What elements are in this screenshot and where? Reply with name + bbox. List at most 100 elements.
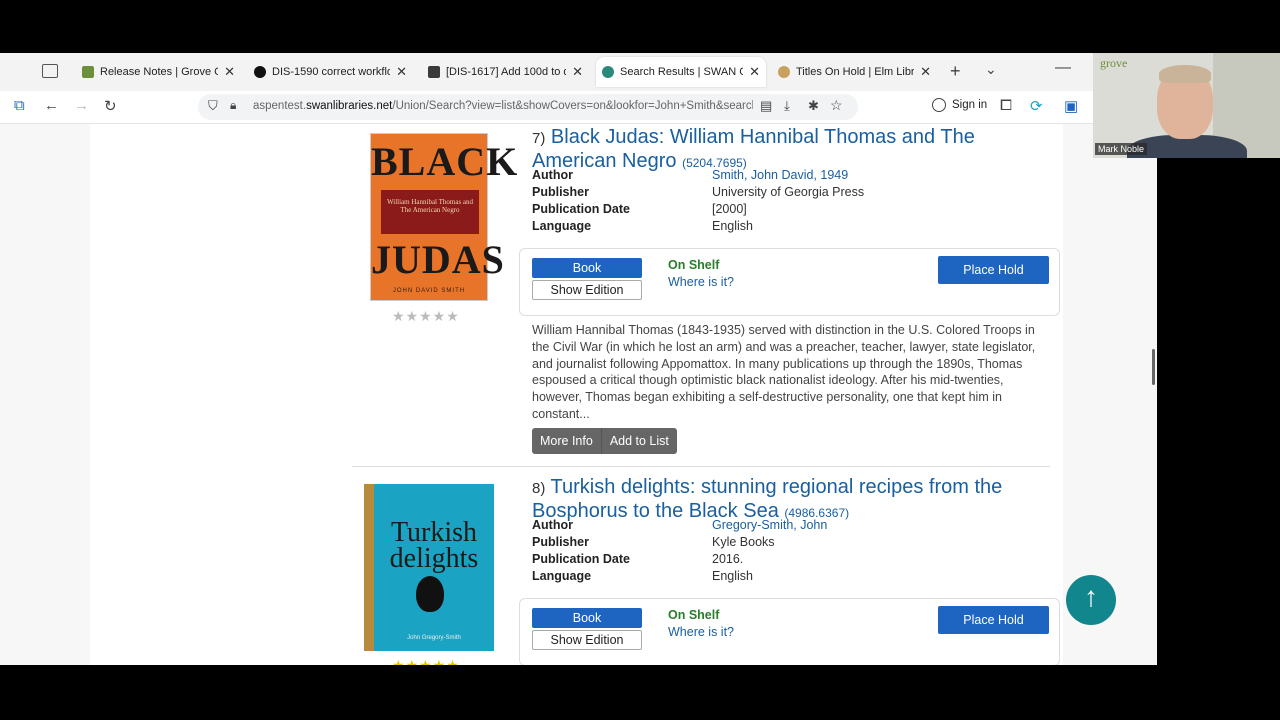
format-book-button[interactable]: Book xyxy=(532,608,642,628)
back-arrow-icon[interactable]: ← xyxy=(44,97,59,114)
result-description: William Hannibal Thomas (1843-1935) serv… xyxy=(532,323,1036,421)
tab-titles-on-hold[interactable]: Titles On Hold | Elm Library ✕ xyxy=(772,57,937,87)
copilot-icon[interactable]: ▣ xyxy=(1064,97,1078,115)
sync-icon[interactable]: ⟳ xyxy=(1030,97,1043,115)
author-link[interactable]: Gregory-Smith, John xyxy=(712,518,827,532)
close-icon[interactable]: ✕ xyxy=(224,64,235,80)
sign-in-label: Sign in xyxy=(952,99,988,111)
publisher-label: Publisher xyxy=(532,185,589,199)
availability-status: On Shelf xyxy=(668,258,720,272)
show-edition-button[interactable]: Show Edition xyxy=(532,630,642,650)
result-action-group: More Info Add to List xyxy=(532,428,677,454)
language-label: Language xyxy=(532,219,592,233)
participant-name: Mark Noble xyxy=(1095,143,1148,155)
back-to-top-button[interactable]: ↑ xyxy=(1066,575,1116,625)
tab-actions-icon[interactable] xyxy=(42,64,58,78)
publisher-value: Kyle Books xyxy=(712,535,775,549)
close-icon[interactable]: ✕ xyxy=(749,64,760,80)
availability-status: On Shelf xyxy=(668,608,720,622)
close-icon[interactable]: ✕ xyxy=(572,64,583,80)
rating-stars[interactable]: ★★★★★ xyxy=(392,308,460,325)
tab-list-chevron-down-icon[interactable]: ⌄ xyxy=(985,61,997,78)
lock-icon[interactable]: 🔒︎ xyxy=(230,98,236,113)
language-value: English xyxy=(712,569,753,583)
download-icon[interactable]: ⤓ xyxy=(784,98,790,114)
address-bar[interactable]: ⛉ 🔒︎ aspentest.swanlibraries.net/Union/S… xyxy=(198,94,858,120)
tab-title: Titles On Hold | Elm Library xyxy=(796,66,915,78)
tab-title: DIS-1590 correct workflow fo xyxy=(272,66,391,78)
pear-illustration-icon xyxy=(416,576,444,612)
cover-subtitle-band: William Hannibal Thomas and The American… xyxy=(381,190,479,234)
left-margin xyxy=(0,124,90,665)
cover-title: Turkish delights xyxy=(389,517,479,574)
tab-release-notes[interactable]: Release Notes | Grove Conso ✕ xyxy=(76,57,241,87)
author-link[interactable]: Smith, John David, 1949 xyxy=(712,168,848,182)
tab-dis-1590[interactable]: DIS-1590 correct workflow fo ✕ xyxy=(248,57,413,87)
tab-dis-1617[interactable]: [DIS-1617] Add 100d to displ ✕ xyxy=(422,57,589,87)
publisher-value: University of Georgia Press xyxy=(712,185,865,199)
place-hold-button[interactable]: Place Hold xyxy=(938,256,1049,284)
new-tab-plus-icon[interactable]: + xyxy=(950,61,961,82)
shield-icon[interactable]: ⛉ xyxy=(208,98,218,114)
publisher-label: Publisher xyxy=(532,535,589,549)
cover-title-top: BLACK xyxy=(371,139,519,184)
jira-favicon-icon xyxy=(428,66,440,78)
forward-arrow-icon[interactable]: → xyxy=(74,97,89,114)
cover-author: JOHN DAVID SMITH xyxy=(392,288,466,294)
url-path: /Union/Search?view=list&showCovers=on&lo… xyxy=(392,100,753,112)
place-hold-button[interactable]: Place Hold xyxy=(938,606,1049,634)
github-favicon-icon xyxy=(254,66,266,78)
close-icon[interactable]: ✕ xyxy=(396,64,407,80)
tab-title: Search Results | SWAN Conso xyxy=(620,66,743,78)
result-title[interactable]: 7) Black Judas: William Hannibal Thomas … xyxy=(532,126,1032,174)
availability-box: Book Show Edition On Shelf Where is it? … xyxy=(519,598,1060,665)
show-edition-button[interactable]: Show Edition xyxy=(532,280,642,300)
where-is-it-link[interactable]: Where is it? xyxy=(668,275,734,289)
pubdate-label: Publication Date xyxy=(532,202,630,216)
language-label: Language xyxy=(532,569,592,583)
add-to-list-button[interactable]: Add to List xyxy=(601,428,677,454)
format-book-button[interactable]: Book xyxy=(532,258,642,278)
swan-favicon-icon xyxy=(602,66,614,78)
pubdate-label: Publication Date xyxy=(532,552,630,566)
minimize-icon[interactable]: — xyxy=(1055,59,1071,77)
close-icon[interactable]: ✕ xyxy=(920,64,931,80)
profile-icon xyxy=(932,98,946,112)
tab-title: [DIS-1617] Add 100d to displ xyxy=(446,66,566,78)
result-number: 7) xyxy=(532,130,546,147)
grove-favicon-icon xyxy=(82,66,94,78)
workspaces-icon[interactable]: ⧉ xyxy=(14,97,25,114)
favorite-star-icon[interactable]: ☆ xyxy=(830,97,843,114)
book-cover-turkish-delights[interactable]: Turkish delights John Gregory-Smith xyxy=(364,484,494,651)
availability-box: Book Show Edition On Shelf Where is it? … xyxy=(519,248,1060,316)
pubdate-value: [2000] xyxy=(712,202,747,216)
navigation-toolbar: ⧉ ← → ↻ ⛉ 🔒︎ aspentest.swanlibraries.net… xyxy=(0,91,1157,124)
webcam-overlay: grove Mark Noble xyxy=(1093,53,1280,158)
participant-hair xyxy=(1159,65,1211,83)
refresh-icon[interactable]: ↻ xyxy=(104,97,117,115)
extensions-icon[interactable]: ⧠ xyxy=(1000,97,1012,114)
title-link[interactable]: Black Judas: William Hannibal Thomas and… xyxy=(532,126,975,172)
browser-window: Release Notes | Grove Conso ✕ DIS-1590 c… xyxy=(0,53,1157,665)
cover-author: John Gregory-Smith xyxy=(407,635,461,641)
language-value: English xyxy=(712,219,753,233)
book-cover-black-judas[interactable]: BLACK William Hannibal Thomas and The Am… xyxy=(370,133,519,301)
reader-view-icon[interactable]: ▤ xyxy=(760,98,772,114)
bug-icon[interactable]: ✱ xyxy=(808,98,819,114)
title-link[interactable]: Turkish delights: stunning regional reci… xyxy=(532,476,1002,522)
where-is-it-link[interactable]: Where is it? xyxy=(668,625,734,639)
url-prefix: aspentest. xyxy=(253,100,307,112)
sign-in-button[interactable]: Sign in xyxy=(932,98,987,112)
cover-title-bottom: JUDAS xyxy=(371,237,505,282)
result-title[interactable]: 8) Turkish delights: stunning regional r… xyxy=(532,476,1052,524)
arrow-up-icon: ↑ xyxy=(1084,581,1098,612)
scrollbar-thumb[interactable] xyxy=(1152,349,1155,385)
search-results-page: BLACK William Hannibal Thomas and The Am… xyxy=(0,124,1157,665)
tab-title: Release Notes | Grove Conso xyxy=(100,66,218,78)
tab-search-results[interactable]: Search Results | SWAN Conso ✕ xyxy=(596,57,766,87)
more-info-button[interactable]: More Info xyxy=(532,428,602,454)
elm-library-favicon-icon xyxy=(778,66,790,78)
result-number: 8) xyxy=(532,480,546,497)
tab-bar: Release Notes | Grove Conso ✕ DIS-1590 c… xyxy=(0,53,1157,91)
rating-stars[interactable]: ★★★★★ xyxy=(392,657,460,665)
